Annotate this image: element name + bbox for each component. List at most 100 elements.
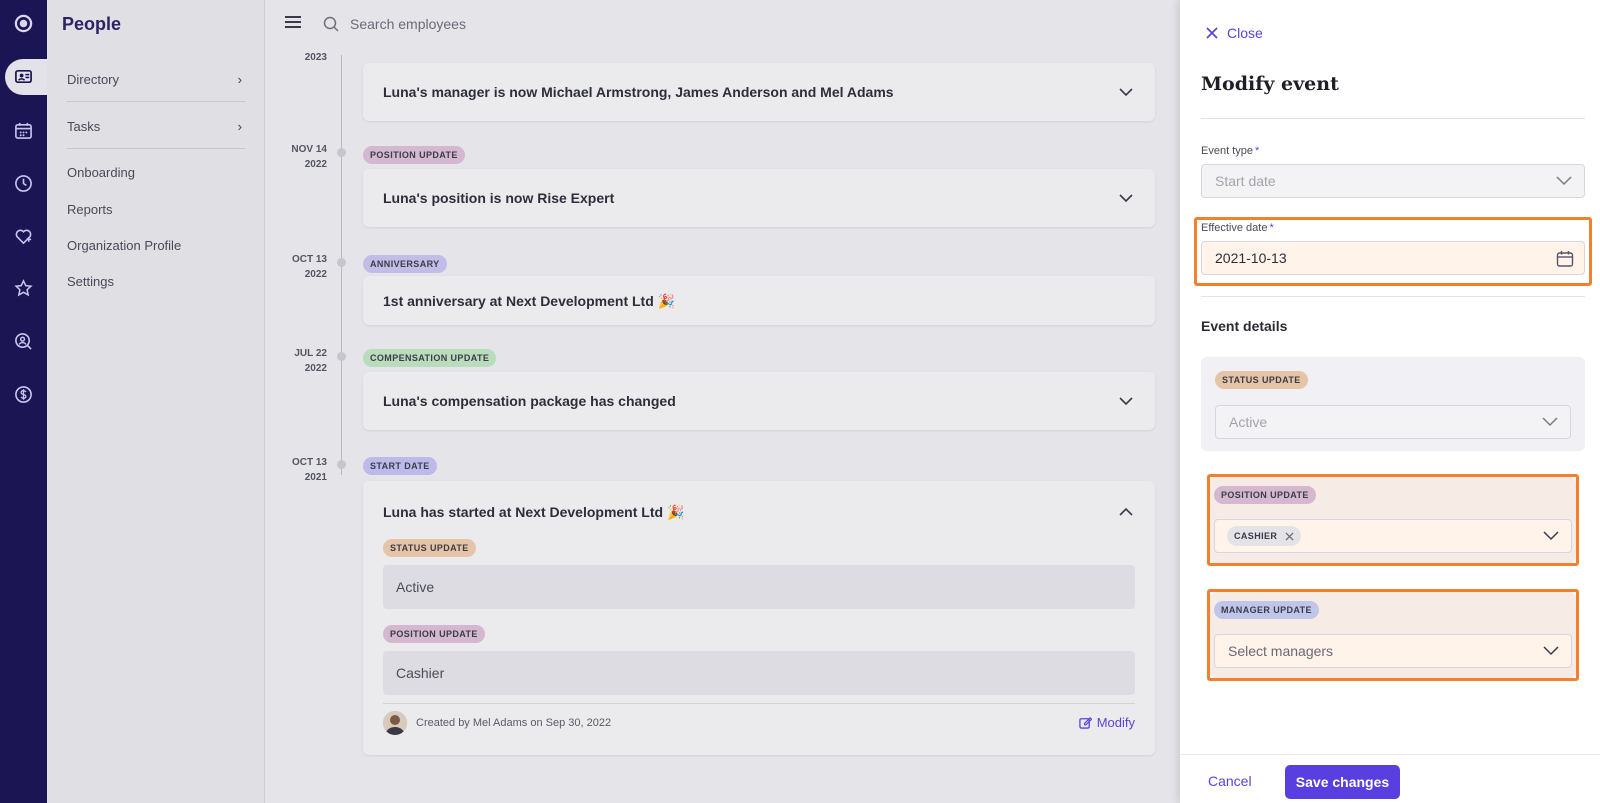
sidebar-item-tasks[interactable]: Tasks ›: [67, 119, 242, 134]
logo-icon[interactable]: [10, 10, 36, 36]
chevron-right-icon: ›: [237, 72, 242, 87]
dollar-icon[interactable]: [10, 381, 36, 407]
cancel-button[interactable]: Cancel: [1208, 773, 1252, 789]
sidebar: People Directory › Tasks › Onboarding Re…: [47, 0, 265, 803]
timeline-date: NOV 14 2022: [291, 144, 327, 170]
star-icon[interactable]: [10, 275, 36, 301]
sidebar-item-label: Onboarding: [67, 165, 135, 180]
modify-label: Modify: [1096, 715, 1135, 730]
status-update-badge: STATUS UPDATE: [383, 539, 476, 557]
status-update-badge: STATUS UPDATE: [1215, 371, 1308, 389]
timeline-dot: [337, 352, 346, 361]
timeline-event-card[interactable]: 1st anniversary at Next Development Ltd …: [363, 276, 1155, 325]
search-input[interactable]: [350, 14, 650, 34]
position-chip: CASHIER: [1227, 526, 1302, 546]
event-title: Luna has started at Next Development Ltd…: [383, 504, 685, 520]
timeline-date: JUL 22 2022: [294, 348, 327, 374]
event-type-badge: ANNIVERSARY: [363, 255, 447, 273]
chevron-down-icon[interactable]: [1119, 394, 1133, 408]
timeline-event-card[interactable]: Luna's compensation package has changed: [363, 372, 1155, 430]
event-type-badge: POSITION UPDATE: [363, 146, 465, 164]
calendar-icon[interactable]: [10, 117, 36, 143]
status-value: Active: [1229, 414, 1268, 430]
event-type-badge: COMPENSATION UPDATE: [363, 349, 497, 367]
search-icon: [323, 16, 339, 32]
timeline-dot: [337, 258, 346, 267]
divider: [1201, 118, 1585, 119]
chevron-down-icon: [1556, 176, 1572, 186]
menu-icon[interactable]: [285, 16, 301, 30]
manager-update-section: MANAGER UPDATE Select managers: [1210, 592, 1576, 678]
chevron-down-icon: [1542, 417, 1558, 427]
sidebar-item-onboarding[interactable]: Onboarding: [67, 165, 242, 180]
close-button[interactable]: Close: [1205, 25, 1263, 41]
position-value-field: Cashier: [383, 651, 1135, 695]
event-title: Luna's position is now Rise Expert: [383, 190, 615, 206]
event-details-heading: Event details: [1201, 318, 1288, 334]
timeline-event-card[interactable]: Luna's manager is now Michael Armstrong,…: [363, 63, 1155, 121]
effective-date-input[interactable]: 2021-10-13: [1201, 241, 1585, 275]
timeline-dot: [337, 148, 346, 157]
chevron-right-icon: ›: [237, 119, 242, 134]
chevron-down-icon[interactable]: [1119, 85, 1133, 99]
timeline-event-card-expanded: Luna has started at Next Development Ltd…: [363, 481, 1155, 755]
sidebar-item-directory[interactable]: Directory ›: [67, 72, 242, 87]
chevron-down-icon: [1543, 531, 1559, 541]
sidebar-item-organization-profile[interactable]: Organization Profile: [67, 238, 242, 253]
event-title: Luna's manager is now Michael Armstrong,…: [383, 84, 894, 100]
manager-update-badge: MANAGER UPDATE: [1214, 601, 1319, 619]
chevron-up-icon[interactable]: [1119, 505, 1133, 519]
main-content: 2023 Luna's manager is now Michael Armst…: [265, 0, 1180, 803]
divider: [1201, 296, 1585, 297]
clock-icon[interactable]: [10, 170, 36, 196]
position-update-section: POSITION UPDATE CASHIER: [1210, 477, 1576, 563]
divider: [67, 101, 245, 102]
close-icon: [1206, 27, 1218, 39]
save-changes-button[interactable]: Save changes: [1285, 765, 1400, 799]
close-icon[interactable]: [1285, 531, 1294, 541]
sidebar-item-label: Tasks: [67, 119, 101, 134]
sidebar-item-settings[interactable]: Settings: [67, 274, 242, 289]
timeline-dot: [337, 460, 346, 469]
timeline-event-card[interactable]: Luna's position is now Rise Expert: [363, 169, 1155, 227]
divider: [67, 148, 245, 149]
event-type-label: Event type *: [1201, 145, 1260, 157]
created-by-text: Created by Mel Adams on Sep 30, 2022: [416, 717, 612, 729]
effective-date-label: Effective date *: [1201, 222, 1274, 234]
search-person-icon[interactable]: [10, 328, 36, 354]
position-update-badge: POSITION UPDATE: [1214, 486, 1316, 504]
status-value-field: Active: [383, 565, 1135, 609]
event-type-badge: START DATE: [363, 457, 437, 475]
sidebar-item-label: Settings: [67, 274, 114, 289]
sidebar-item-label: Directory: [67, 72, 120, 87]
managers-placeholder: Select managers: [1228, 643, 1334, 659]
timeline-date: OCT 13 2022: [291, 254, 327, 280]
position-select[interactable]: CASHIER: [1214, 519, 1572, 553]
drawer-title: Modify event: [1201, 73, 1339, 95]
app-title: People: [62, 14, 122, 34]
app-rail: [0, 0, 50, 803]
drawer-footer-divider: [1180, 754, 1600, 755]
chevron-down-icon: [1543, 646, 1559, 656]
heart-icon[interactable]: [10, 223, 36, 249]
status-select[interactable]: Active: [1215, 405, 1571, 439]
modify-button[interactable]: Modify: [1078, 715, 1135, 730]
event-footer: Created by Mel Adams on Sep 30, 2022 Mod…: [383, 703, 1135, 735]
managers-select[interactable]: Select managers: [1214, 634, 1572, 668]
event-type-select[interactable]: Start date: [1201, 164, 1585, 198]
timeline-date: 2023: [304, 52, 327, 63]
modify-event-drawer: Close Modify event Event type * Start dat…: [1180, 0, 1600, 803]
effective-date-value: 2021-10-13: [1215, 250, 1287, 266]
chevron-down-icon[interactable]: [1119, 191, 1133, 205]
calendar-icon[interactable]: [1556, 250, 1574, 268]
people-icon[interactable]: [10, 63, 36, 89]
sidebar-item-label: Organization Profile: [67, 238, 182, 253]
event-type-value: Start date: [1215, 173, 1276, 189]
event-title: Luna's compensation package has changed: [383, 393, 676, 409]
status-update-section: STATUS UPDATE Active: [1201, 357, 1585, 451]
close-label: Close: [1227, 25, 1263, 41]
avatar: [383, 711, 407, 735]
sidebar-item-reports[interactable]: Reports: [67, 202, 242, 217]
timeline-date: OCT 13 2021: [291, 457, 327, 483]
position-update-badge: POSITION UPDATE: [383, 625, 485, 643]
